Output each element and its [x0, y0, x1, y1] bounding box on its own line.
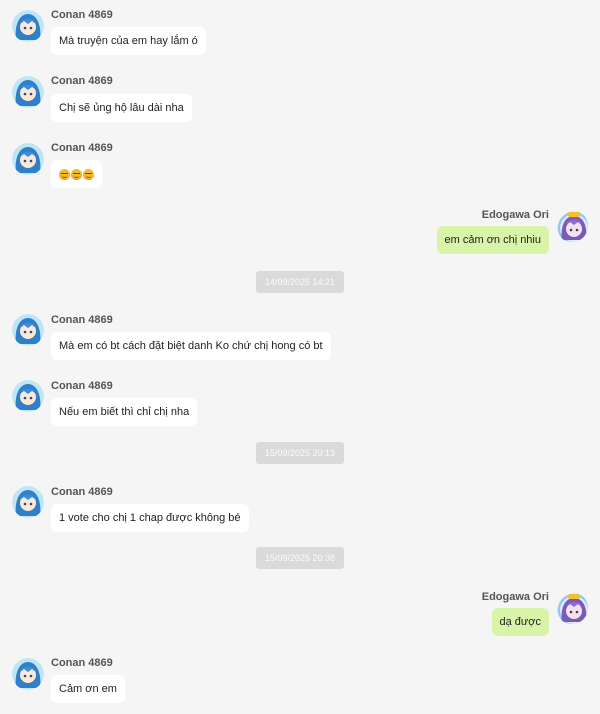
anime-girl-blue-avatar-icon: [12, 10, 44, 42]
message-bubble-outgoing[interactable]: em cảm ơn chị nhiu: [436, 226, 549, 254]
message-bubble[interactable]: 1 vote cho chị 1 chap được không bé: [51, 504, 249, 532]
conan-avatar[interactable]: [12, 486, 44, 518]
anime-girl-blue-avatar-icon: [12, 143, 44, 175]
message-bubble[interactable]: Mà truyện của em hay lắm ó: [51, 27, 206, 55]
anime-girl-purple-avatar-icon: [557, 211, 588, 242]
sender-name: Conan 4869: [51, 380, 113, 392]
sender-name: Conan 4869: [51, 657, 113, 669]
edogawa-avatar[interactable]: [556, 592, 588, 624]
anime-girl-purple-avatar-icon: [557, 593, 588, 624]
slightly-smiling-face-icon: [71, 168, 82, 180]
timestamp-divider: 15/09/2025 20:13: [256, 442, 344, 464]
anime-girl-blue-avatar-icon: [12, 486, 44, 518]
sender-name: Conan 4869: [51, 142, 113, 154]
anime-girl-blue-avatar-icon: [12, 658, 44, 690]
conan-avatar[interactable]: [12, 314, 44, 346]
conan-avatar[interactable]: [12, 658, 44, 690]
message-bubble[interactable]: Mà em có bt cách đặt biệt danh Ko chứ ch…: [51, 332, 331, 360]
emoji-message-bubble[interactable]: [51, 160, 102, 188]
conan-avatar[interactable]: [12, 380, 44, 412]
sender-name: Conan 4869: [51, 75, 113, 87]
anime-girl-blue-avatar-icon: [12, 76, 44, 108]
slightly-smiling-face-icon: [59, 168, 70, 180]
anime-girl-blue-avatar-icon: [12, 314, 44, 346]
edogawa-avatar[interactable]: [556, 210, 588, 242]
conan-avatar[interactable]: [12, 10, 44, 42]
sender-name: Conan 4869: [51, 9, 113, 21]
conan-avatar[interactable]: [12, 76, 44, 108]
message-bubble-outgoing[interactable]: dạ được: [491, 608, 549, 636]
message-bubble[interactable]: Nếu em biết thì chỉ chị nha: [51, 398, 198, 426]
timestamp-divider: 15/09/2025 20:38: [256, 547, 344, 569]
message-bubble[interactable]: Chị sẽ ủng hộ lâu dài nha: [51, 94, 192, 122]
timestamp-divider: 14/09/2025 14:21: [256, 271, 344, 293]
sender-name: Edogawa Ori: [481, 209, 549, 221]
sender-name: Conan 4869: [51, 486, 113, 498]
sender-name: Edogawa Ori: [481, 591, 549, 603]
sender-name: Conan 4869: [51, 314, 113, 326]
conan-avatar[interactable]: [12, 143, 44, 175]
emoji-group: [59, 168, 94, 180]
message-bubble[interactable]: Cảm ơn em: [51, 675, 125, 703]
anime-girl-blue-avatar-icon: [12, 380, 44, 412]
slightly-smiling-face-icon: [83, 168, 94, 180]
